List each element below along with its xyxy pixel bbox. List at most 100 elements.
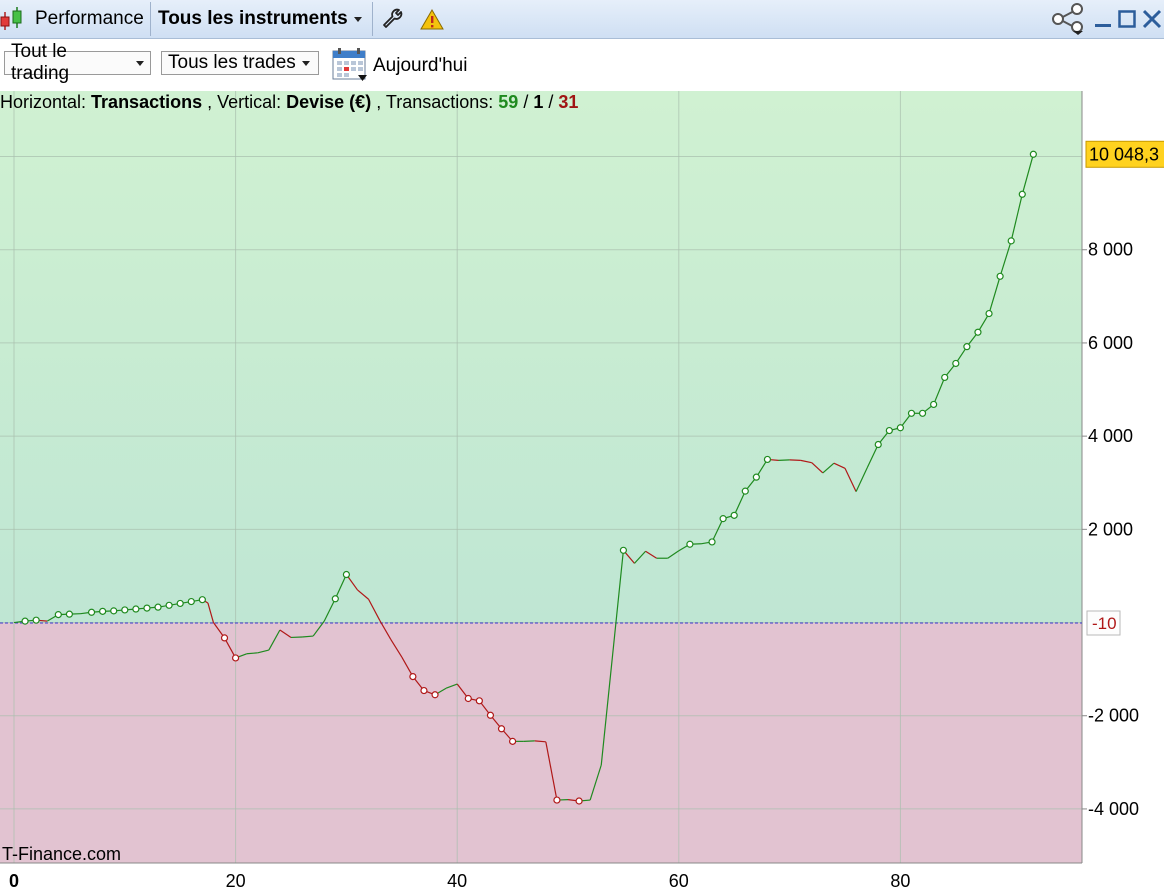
trade-marker <box>177 600 183 606</box>
x-tick-label: 80 <box>890 871 910 891</box>
header-prefix: Horizontal: <box>0 92 91 112</box>
calendar-icon[interactable] <box>332 47 368 83</box>
warning-icon[interactable] <box>420 0 444 38</box>
trade-marker <box>742 488 748 494</box>
header-horizontal-value: Transactions <box>91 92 202 112</box>
positive-zone <box>0 91 1082 623</box>
trade-marker <box>188 599 194 605</box>
trade-marker <box>875 442 881 448</box>
y-tick-label: -4 000 <box>1088 799 1139 819</box>
trade-marker <box>1008 238 1014 244</box>
trade-marker <box>465 695 471 701</box>
trade-marker <box>100 608 106 614</box>
date-label: Aujourd'hui <box>373 55 467 77</box>
header-vertical-value: Devise (€) <box>286 92 371 112</box>
header-transactions-label: , Transactions: <box>376 92 498 112</box>
trade-marker <box>22 618 28 624</box>
chevron-down-icon <box>354 17 362 22</box>
header-even: 1 <box>533 92 543 112</box>
x-tick-label: 20 <box>226 871 246 891</box>
y-axis-labels: 8 000 6 000 4 000 2 000 -2 000 -4 000 <box>1082 240 1139 819</box>
trade-marker <box>487 712 493 718</box>
y-tick-label: 4 000 <box>1088 426 1133 446</box>
trade-marker <box>343 572 349 578</box>
trade-marker <box>997 273 1003 279</box>
x-tick-label: 60 <box>669 871 689 891</box>
instrument-selector[interactable]: Tous les instruments <box>158 0 362 38</box>
trade-marker <box>222 635 228 641</box>
minimize-icon[interactable] <box>1094 0 1112 38</box>
chart-svg: 8 000 6 000 4 000 2 000 -2 000 -4 000 0 20 40 60… <box>0 91 1164 891</box>
trade-marker <box>499 726 505 732</box>
trade-marker <box>942 374 948 380</box>
header-slash: / <box>523 92 533 112</box>
trade-marker <box>1030 151 1036 157</box>
trading-filter-dropdown[interactable]: Tout le trading <box>4 51 151 75</box>
trade-marker <box>687 541 693 547</box>
trade-marker <box>731 512 737 518</box>
x-tick-label: 40 <box>447 871 467 891</box>
trade-marker <box>953 360 959 366</box>
trade-marker <box>764 456 770 462</box>
trades-filter-label: Tous les trades <box>168 52 296 74</box>
header-losses: 31 <box>558 92 578 112</box>
candlestick-icon <box>0 0 26 38</box>
tab-performance-label: Performance <box>35 8 144 30</box>
trade-marker <box>66 611 72 617</box>
trades-filter-dropdown[interactable]: Tous les trades <box>161 51 319 75</box>
trade-marker <box>931 401 937 407</box>
x-axis-labels: 0 20 40 60 80 <box>9 871 910 891</box>
trade-marker <box>975 329 981 335</box>
header-mid: , Vertical: <box>207 92 286 112</box>
maximize-icon[interactable] <box>1118 0 1136 38</box>
trade-marker <box>897 425 903 431</box>
trade-marker <box>144 605 150 611</box>
watermark: T-Finance.com <box>2 844 121 864</box>
chevron-down-icon <box>302 61 310 66</box>
separator <box>150 2 151 36</box>
wrench-icon[interactable] <box>381 0 405 38</box>
trade-marker <box>576 798 582 804</box>
share-icon[interactable] <box>1050 0 1086 38</box>
x-tick-label: 0 <box>9 871 19 891</box>
trade-marker <box>510 738 516 744</box>
trade-marker <box>133 606 139 612</box>
y-tick-label: -2 000 <box>1088 706 1139 726</box>
y-tick-label: 6 000 <box>1088 333 1133 353</box>
trade-marker <box>886 428 892 434</box>
y-tick-label: 2 000 <box>1088 519 1133 539</box>
trade-marker <box>753 474 759 480</box>
title-bar: Performance Tous les instruments <box>0 0 1164 39</box>
toolbar: Tout le trading Tous les trades Aujourd'… <box>0 39 1164 91</box>
y-tick-label: 8 000 <box>1088 240 1133 260</box>
trade-marker <box>709 539 715 545</box>
close-icon[interactable] <box>1142 0 1162 38</box>
trade-marker <box>720 516 726 522</box>
negative-zone <box>0 623 1082 863</box>
reference-value-label: -10 <box>1092 614 1117 633</box>
trade-marker <box>111 608 117 614</box>
value-badges: 10 048,3 -10 <box>1086 141 1164 635</box>
equity-chart[interactable]: 8 000 6 000 4 000 2 000 -2 000 -4 000 0 20 40 60… <box>0 91 1164 891</box>
chevron-down-icon <box>136 61 144 66</box>
trade-marker <box>432 692 438 698</box>
trade-marker <box>421 688 427 694</box>
trade-marker <box>89 609 95 615</box>
trade-marker <box>166 602 172 608</box>
header-wins: 59 <box>498 92 518 112</box>
last-value-label: 10 048,3 <box>1089 144 1159 164</box>
trade-marker <box>554 797 560 803</box>
separator <box>372 2 373 36</box>
trade-marker <box>122 607 128 613</box>
trade-marker <box>964 344 970 350</box>
trade-marker <box>55 612 61 618</box>
instrument-selector-label: Tous les instruments <box>158 8 348 30</box>
trade-marker <box>33 617 39 623</box>
trading-filter-label: Tout le trading <box>11 41 130 85</box>
trade-marker <box>199 597 205 603</box>
tab-performance[interactable]: Performance <box>35 0 144 38</box>
trade-marker <box>233 655 239 661</box>
trade-marker <box>476 698 482 704</box>
trade-marker <box>920 410 926 416</box>
trade-marker <box>410 674 416 680</box>
